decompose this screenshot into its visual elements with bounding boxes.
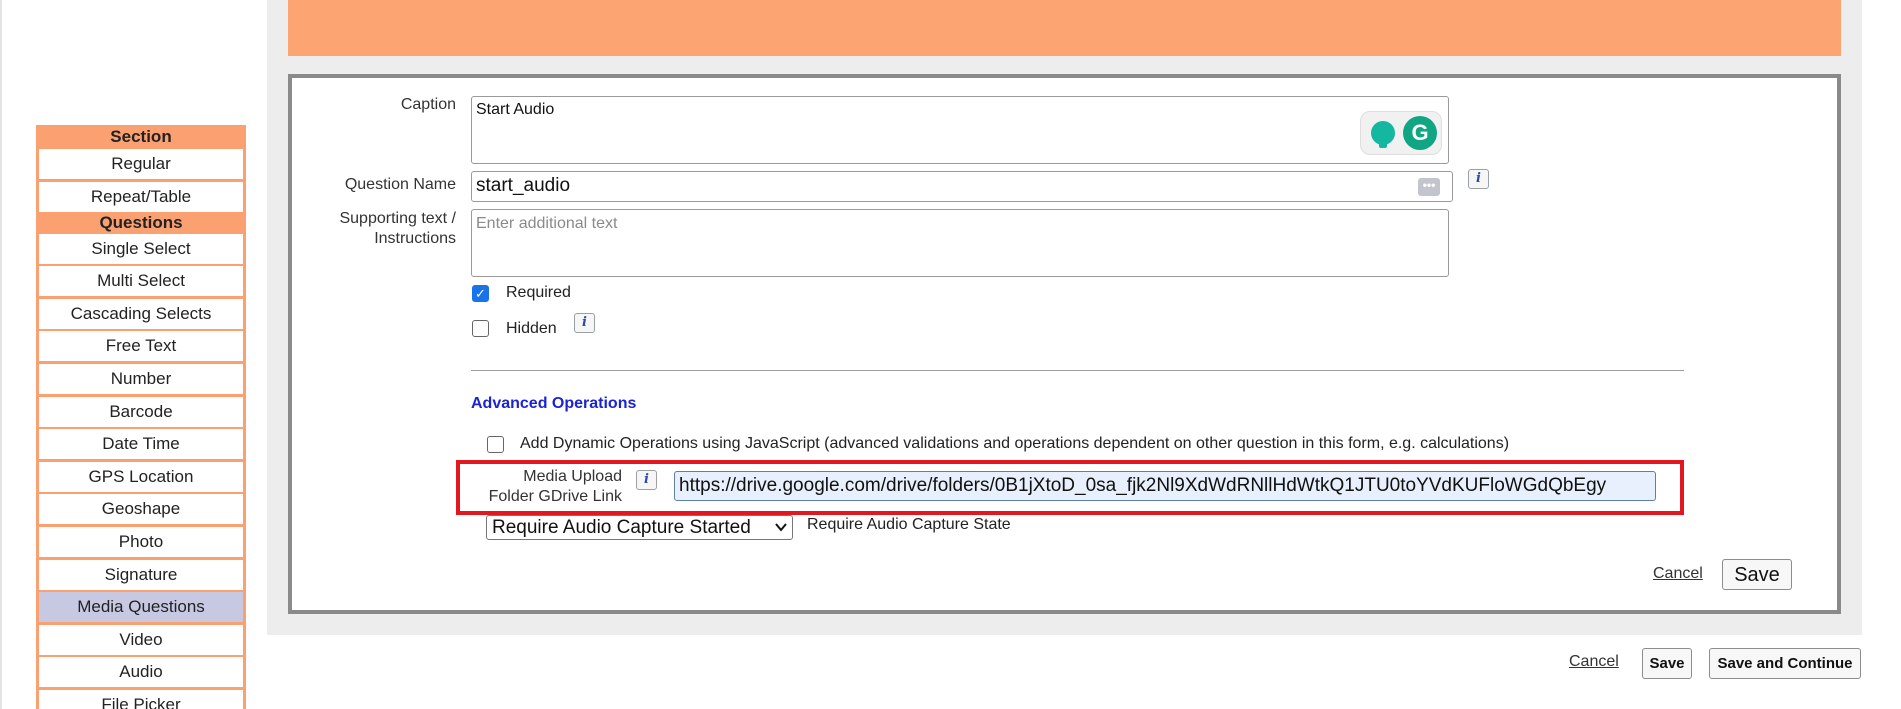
form-divider xyxy=(471,370,1684,371)
lightbulb-icon[interactable] xyxy=(1371,121,1395,145)
sidebar-item-single-select[interactable]: Single Select xyxy=(39,233,243,264)
media-upload-info-icon[interactable]: i xyxy=(636,470,657,490)
footer-save-continue-button[interactable]: Save and Continue xyxy=(1709,648,1861,679)
grammarly-icon[interactable]: G xyxy=(1403,116,1437,150)
question-name-info-icon[interactable]: i xyxy=(1468,169,1489,189)
sidebar-item-gps-location[interactable]: GPS Location xyxy=(39,461,243,492)
sidebar-item-barcode[interactable]: Barcode xyxy=(39,396,243,427)
caption-value[interactable]: Start Audio xyxy=(476,101,554,119)
caption-field[interactable]: Start Audio G xyxy=(471,96,1449,164)
sidebar-item-multi-select[interactable]: Multi Select xyxy=(39,266,243,297)
sidebar-item-video[interactable]: Video xyxy=(39,624,243,655)
sidebar-item-photo[interactable]: Photo xyxy=(39,526,243,557)
media-upload-link-input[interactable]: https://drive.google.com/drive/folders/0… xyxy=(674,471,1656,501)
sidebar-item-date-time[interactable]: Date Time xyxy=(39,429,243,460)
form-save-button[interactable]: Save xyxy=(1722,559,1792,590)
sidebar-item-geoshape[interactable]: Geoshape xyxy=(39,494,243,525)
sidebar-item-audio[interactable]: Audio xyxy=(39,657,243,688)
footer-save-button[interactable]: Save xyxy=(1642,648,1692,679)
sidebar-questions-header: Questions xyxy=(39,211,243,234)
supporting-text-label: Supporting text / Instructions xyxy=(300,209,456,249)
question-type-palette: Section Regular Repeat/Table Questions S… xyxy=(36,125,246,709)
sidebar-item-signature[interactable]: Signature xyxy=(39,559,243,590)
dynamic-operations-label: Add Dynamic Operations using JavaScript … xyxy=(520,435,1510,452)
sidebar-item-media-questions[interactable]: Media Questions xyxy=(39,592,243,623)
form-cancel-link[interactable]: Cancel xyxy=(1653,565,1703,583)
dynamic-operations-checkbox[interactable] xyxy=(487,436,504,453)
media-upload-label: Media Upload Folder GDrive Link xyxy=(460,467,622,507)
question-name-input[interactable]: start_audio ••• xyxy=(471,171,1453,202)
question-name-value[interactable]: start_audio xyxy=(476,175,570,196)
question-name-label: Question Name xyxy=(344,176,456,193)
supporting-text-label-line2: Instructions xyxy=(374,230,456,247)
sidebar-item-cascading-selects[interactable]: Cascading Selects xyxy=(39,298,243,329)
required-checkbox[interactable]: ✓ xyxy=(472,285,489,302)
supporting-text-field[interactable]: Enter additional text xyxy=(471,209,1449,277)
more-options-icon[interactable]: ••• xyxy=(1418,178,1440,196)
audio-capture-state-label: Require Audio Capture State xyxy=(807,516,1011,533)
advanced-operations-title: Advanced Operations xyxy=(471,395,637,412)
media-upload-label-line1: Media Upload xyxy=(523,468,622,485)
audio-capture-state-value[interactable]: Require Audio Capture Started xyxy=(492,517,751,538)
sidebar-item-free-text[interactable]: Free Text xyxy=(39,331,243,362)
hidden-label: Hidden xyxy=(506,320,557,337)
sidebar-section-header: Section xyxy=(39,125,243,149)
sidebar-item-repeat-table[interactable]: Repeat/Table xyxy=(39,181,243,212)
footer-cancel-link[interactable]: Cancel xyxy=(1569,653,1619,671)
sidebar-item-number[interactable]: Number xyxy=(39,363,243,394)
required-label: Required xyxy=(506,284,571,301)
sidebar-item-regular[interactable]: Regular xyxy=(39,149,243,179)
supporting-text-placeholder[interactable]: Enter additional text xyxy=(476,215,617,233)
sidebar-item-file-picker[interactable]: File Picker xyxy=(39,689,243,709)
hidden-checkbox[interactable] xyxy=(472,320,489,337)
supporting-text-label-line1: Supporting text / xyxy=(339,210,456,227)
lightbulb-base xyxy=(1379,143,1387,148)
caption-label: Caption xyxy=(400,96,456,113)
media-upload-label-line2: Folder GDrive Link xyxy=(488,488,622,505)
grammarly-widget[interactable]: G xyxy=(1360,111,1442,155)
chevron-down-icon[interactable] xyxy=(774,520,788,534)
audio-capture-state-select[interactable]: Require Audio Capture Started xyxy=(486,515,793,540)
hidden-info-icon[interactable]: i xyxy=(574,313,595,333)
question-header-banner xyxy=(288,0,1841,56)
window-edge xyxy=(0,0,2,709)
